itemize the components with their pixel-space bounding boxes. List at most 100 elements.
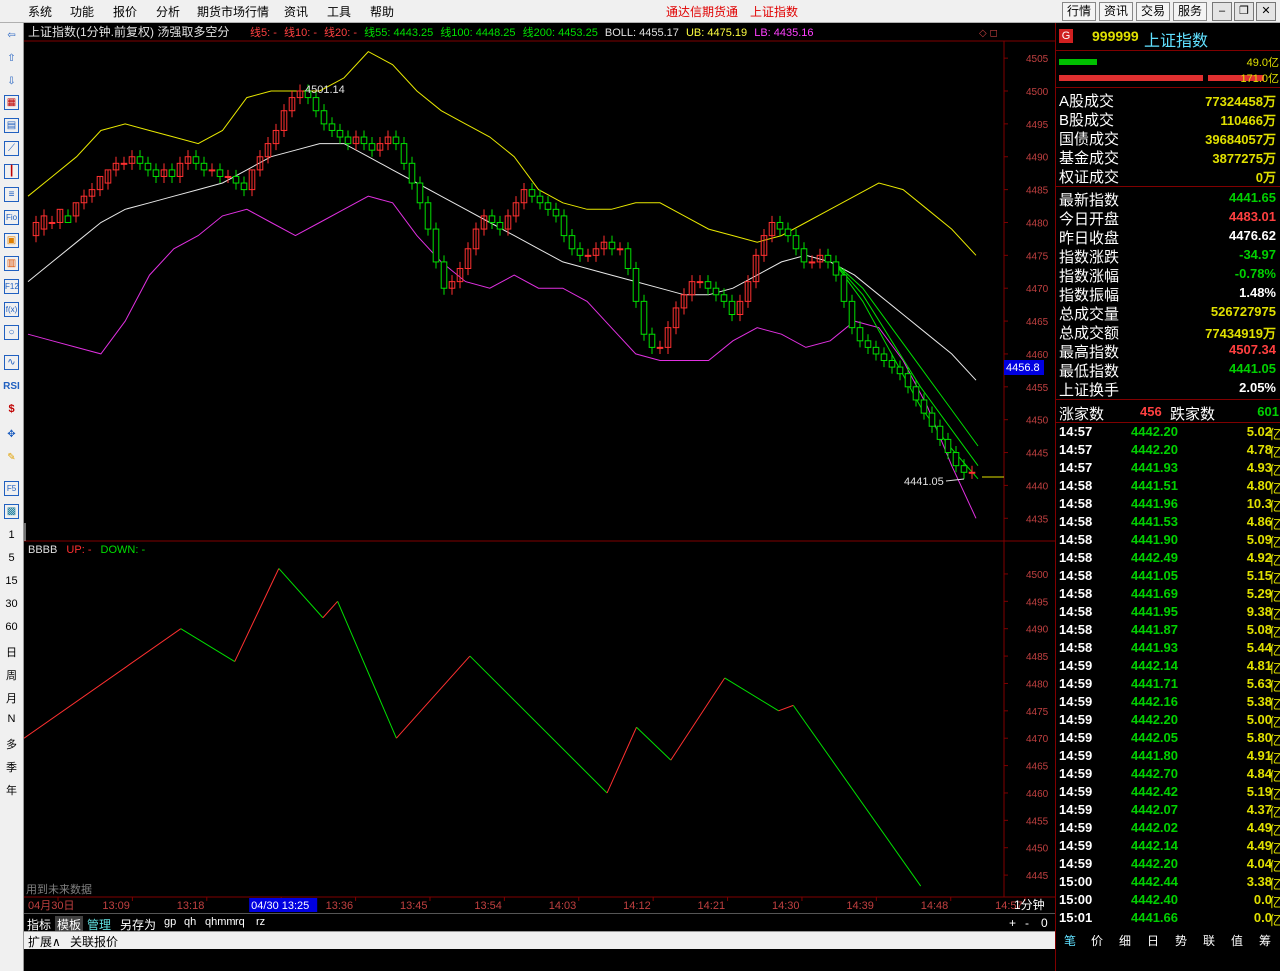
candle-icon[interactable]: ┃: [4, 164, 19, 179]
zoom-in-button[interactable]: +: [1009, 916, 1016, 930]
tab-qhmm[interactable]: qhmm: [205, 916, 236, 928]
list-icon[interactable]: ≡: [4, 187, 19, 202]
tab-qh[interactable]: qh: [184, 916, 196, 928]
image-icon[interactable]: ▩: [4, 504, 19, 519]
candle-body: [656, 346, 664, 349]
tab-rz[interactable]: rz: [256, 916, 265, 928]
period-month[interactable]: 月: [0, 690, 23, 706]
period-quarter[interactable]: 季: [0, 759, 23, 775]
tick-price: 4441.05: [1131, 568, 1178, 583]
rtab-link[interactable]: 联: [1203, 932, 1215, 949]
period-n[interactable]: N: [0, 713, 23, 725]
dollar-tool[interactable]: $: [0, 403, 23, 415]
rtab-trades[interactable]: 笔: [1064, 932, 1076, 949]
diamond-icon[interactable]: ◇ ◻: [979, 28, 998, 39]
tick-unit: 亿: [1268, 589, 1280, 604]
rtab-price[interactable]: 价: [1091, 932, 1103, 949]
restore-icon[interactable]: ❐: [1234, 2, 1254, 21]
rtab-value[interactable]: 值: [1231, 932, 1243, 949]
candle-body: [424, 202, 432, 230]
candle-body: [808, 261, 816, 264]
rtab-trend[interactable]: 势: [1175, 932, 1187, 949]
period-5min[interactable]: 5: [0, 552, 23, 564]
top-button-news[interactable]: 资讯: [1099, 2, 1134, 21]
table-icon[interactable]: ▤: [4, 118, 19, 133]
tab-gp[interactable]: gp: [164, 916, 176, 928]
reset-zoom-button[interactable]: 0: [1041, 916, 1048, 930]
tick-row: 15:01 4441.66 0.0 亿: [1056, 910, 1280, 928]
candle-body: [360, 136, 368, 145]
menu-function[interactable]: 功能: [70, 3, 94, 20]
f12-icon[interactable]: F12: [4, 279, 19, 294]
move-icon[interactable]: ✥: [3, 426, 20, 443]
index-stat-row: 指数涨跌 -34.97: [1056, 246, 1278, 266]
period-week[interactable]: 周: [0, 667, 23, 683]
arrow-down-icon[interactable]: ⇩: [3, 73, 20, 90]
price-tag: 4456.8: [1006, 362, 1040, 374]
circle-icon[interactable]: ○: [4, 325, 19, 340]
sub-indicator-up: UP: -: [66, 544, 91, 556]
arrow-up-icon[interactable]: ⇧: [3, 50, 20, 67]
menu-news[interactable]: 资讯: [284, 3, 308, 20]
grid-icon[interactable]: ▦: [4, 95, 19, 110]
related-quotes-button[interactable]: 关联报价: [70, 933, 118, 950]
period-day[interactable]: 日: [0, 644, 23, 660]
kline-chart[interactable]: 上证指数(1分钟.前复权) 汤强取多空分 线5: - 线10: - 线20: -…: [24, 23, 1055, 913]
turnover-stat-value: 110466万: [1220, 113, 1276, 128]
expand-button[interactable]: 扩展∧: [28, 933, 61, 950]
top-button-trade[interactable]: 交易: [1136, 2, 1171, 21]
brand-futures-link[interactable]: 通达信期货通: [666, 3, 738, 20]
menu-tools[interactable]: 工具: [327, 3, 351, 20]
candle-body: [120, 162, 128, 165]
rsi-tool[interactable]: RSI: [0, 381, 23, 392]
tick-unit: 亿: [1268, 859, 1280, 874]
menu-system[interactable]: 系统: [28, 3, 52, 20]
arrow-left-icon[interactable]: ⇦: [3, 27, 20, 44]
index-stat-value: 77434919万: [1205, 326, 1276, 341]
candle-body: [840, 274, 848, 302]
g-badge: G: [1059, 29, 1073, 43]
close-icon[interactable]: ✕: [1256, 2, 1276, 21]
menu-futures-market[interactable]: 期货市场行情: [197, 3, 269, 20]
rtab-day[interactable]: 日: [1147, 932, 1159, 949]
candle-body: [824, 254, 832, 263]
tab-rq[interactable]: rq: [235, 916, 245, 928]
fx-icon[interactable]: f(x): [4, 302, 19, 317]
top-button-quote[interactable]: 行情: [1062, 2, 1097, 21]
rtab-detail[interactable]: 细: [1119, 932, 1131, 949]
period-label[interactable]: 1分钟: [1014, 897, 1045, 912]
wave-icon[interactable]: ∿: [4, 355, 19, 370]
zoom-out-button[interactable]: -: [1025, 916, 1029, 930]
candle-body: [192, 156, 200, 164]
index-stat-label: 昨日收盘: [1059, 230, 1120, 247]
pencil-icon[interactable]: ✎: [3, 449, 20, 466]
fio-icon[interactable]: Fio: [4, 210, 19, 225]
stock-name: 上证指数: [1144, 33, 1209, 50]
tick-price: 4441.87: [1131, 622, 1178, 637]
period-year[interactable]: 年: [0, 782, 23, 798]
rtab-chips[interactable]: 筹: [1259, 932, 1271, 949]
period-1min[interactable]: 1: [0, 529, 23, 541]
top-button-service[interactable]: 服务: [1173, 2, 1208, 21]
calendar-icon[interactable]: ▥: [4, 256, 19, 271]
menu-quote[interactable]: 报价: [113, 3, 137, 20]
y-tick-label: 4495: [1026, 120, 1049, 131]
menu-help[interactable]: 帮助: [370, 3, 394, 20]
tick-unit: 亿: [1268, 913, 1280, 928]
candle-body: [232, 175, 240, 184]
line-chart-icon[interactable]: ⟋: [4, 141, 19, 156]
f5-icon[interactable]: F5: [4, 481, 19, 496]
turnover-stat-value: 3877275万: [1212, 151, 1276, 166]
menu-analysis[interactable]: 分析: [156, 3, 180, 20]
minimize-icon[interactable]: –: [1212, 2, 1232, 21]
doc-icon[interactable]: ▣: [4, 233, 19, 248]
period-30min[interactable]: 30: [0, 598, 23, 610]
candle-body: [152, 169, 160, 177]
candle-body: [440, 261, 448, 289]
period-60min[interactable]: 60: [0, 621, 23, 633]
tick-time: 14:59: [1059, 802, 1093, 817]
period-multi[interactable]: 多: [0, 736, 23, 752]
period-15min[interactable]: 15: [0, 575, 23, 587]
turnover-stat-row: B股成交 110466万: [1056, 109, 1278, 129]
advancers-count: 456: [1140, 404, 1162, 419]
